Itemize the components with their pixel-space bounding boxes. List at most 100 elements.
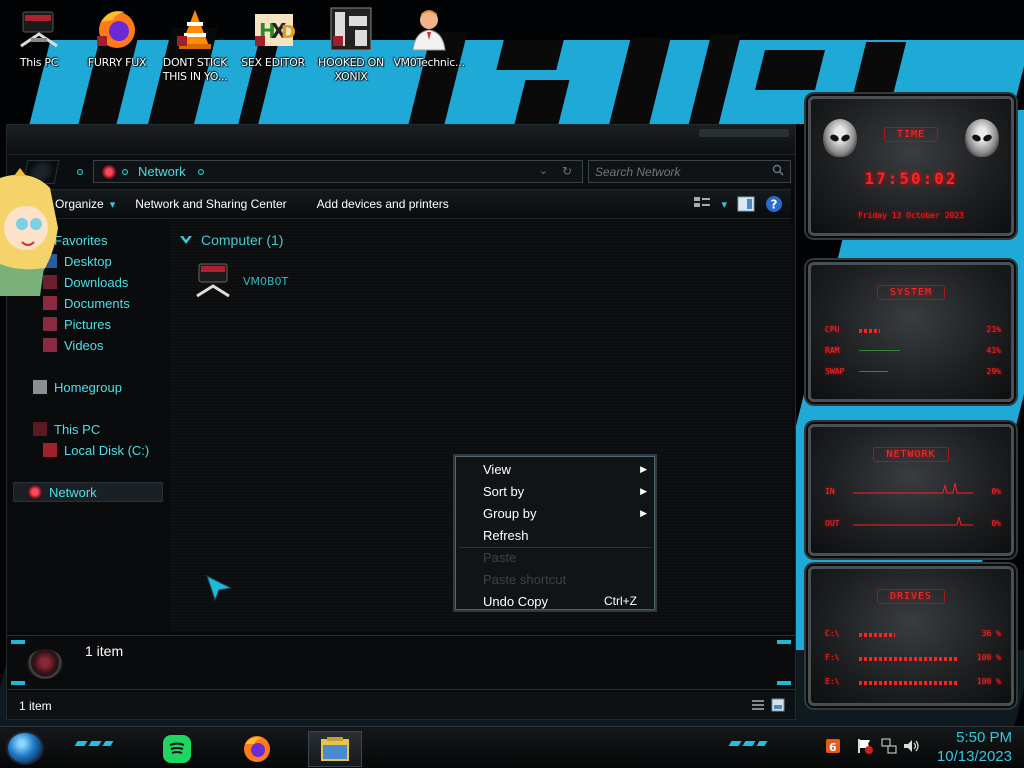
- window-titlebar[interactable]: [7, 125, 795, 155]
- details-view-icon[interactable]: [751, 698, 765, 712]
- drive-f-label: F:\: [825, 653, 840, 662]
- vlc-cone-icon: [173, 6, 217, 52]
- chevron-down-icon[interactable]: ⌄: [539, 164, 548, 177]
- nav-network[interactable]: Network: [13, 482, 163, 502]
- help-icon[interactable]: ?: [765, 195, 783, 213]
- explorer-window: Network ⌄ ↻ Organize Network and Sharing…: [6, 124, 796, 720]
- ram-label: RAM: [825, 346, 840, 355]
- videos-icon: [43, 338, 57, 352]
- menu-item-label: Paste shortcut: [483, 571, 567, 587]
- antivirus-tray-icon[interactable]: 6: [824, 737, 842, 755]
- add-devices-button[interactable]: Add devices and printers: [317, 197, 449, 211]
- nav-label: This PC: [54, 421, 101, 437]
- nav-pictures[interactable]: Pictures: [43, 314, 111, 334]
- nav-dropdown-dot[interactable]: [77, 169, 83, 175]
- desktop-icon-dont-stick[interactable]: DONT STICK THIS IN YO...: [156, 6, 234, 84]
- network-tray-icon[interactable]: [880, 737, 898, 755]
- taskbar-clock[interactable]: 5:50 PM 10/13/2023: [937, 728, 1012, 766]
- desktop-icon-hooked-on-xonix[interactable]: HOOKED ON XONIX: [312, 6, 390, 84]
- taskbar-firefox-button[interactable]: [230, 731, 284, 767]
- taskbar-decoration: [728, 741, 768, 746]
- menu-item-refresh[interactable]: Refresh: [455, 524, 655, 546]
- pictures-icon: [43, 317, 57, 331]
- drive-c-bar: [859, 633, 895, 637]
- submenu-arrow-icon: ▶: [640, 507, 647, 518]
- computer-icon: [17, 6, 61, 52]
- group-header-computer[interactable]: Computer (1): [179, 232, 283, 248]
- desktop-icon-vm0technic[interactable]: VM0Technic...: [390, 6, 468, 70]
- nav-local-disk[interactable]: Local Disk (C:): [43, 440, 149, 460]
- nav-label: Desktop: [64, 253, 112, 269]
- swap-label: SWAP: [825, 367, 845, 376]
- details-pane: 1 item: [7, 635, 795, 690]
- xonix-game-icon: [329, 6, 373, 52]
- menu-item-undo-copy[interactable]: Undo Copy Ctrl+Z: [455, 590, 655, 612]
- organize-button[interactable]: Organize: [55, 197, 115, 211]
- network-gadget[interactable]: NETWORK IN 0% OUT 0%: [808, 424, 1014, 556]
- swap-bar: [859, 371, 888, 372]
- taskbar-explorer-button[interactable]: [308, 731, 362, 767]
- collapse-chevron-icon[interactable]: [179, 233, 193, 247]
- action-center-flag-icon[interactable]: [856, 737, 874, 755]
- network-in-label: IN: [825, 487, 835, 496]
- drive-e-row: E:\ 100 %: [825, 677, 1001, 689]
- desktop-icon-label: VM0Technic...: [393, 56, 465, 69]
- system-gadget[interactable]: SYSTEM CPU 21% RAM 41% SWAP 29%: [808, 262, 1014, 402]
- network-out-graph: [853, 516, 973, 526]
- network-sharing-center-button[interactable]: Network and Sharing Center: [135, 197, 286, 211]
- svg-text:D: D: [281, 22, 295, 43]
- nav-videos[interactable]: Videos: [43, 335, 104, 355]
- gadget-clock-time: 17:50:02: [864, 169, 958, 188]
- homegroup-icon: [33, 380, 47, 394]
- address-bar[interactable]: Network ⌄ ↻: [93, 160, 583, 183]
- refresh-icon[interactable]: ↻: [562, 164, 572, 178]
- desktop-icon-sex-editor[interactable]: HXD SEX EDITOR: [234, 6, 312, 70]
- menu-item-paste[interactable]: Paste: [455, 546, 655, 568]
- documents-icon: [43, 296, 57, 310]
- large-icons-view-icon[interactable]: [771, 698, 785, 712]
- desktop-icon-label: SEX EDITOR: [241, 56, 305, 69]
- caption-buttons[interactable]: [699, 129, 789, 137]
- search-icon[interactable]: [772, 164, 784, 176]
- network-in-value: 0%: [991, 487, 1001, 496]
- view-options-chevron-icon[interactable]: ▾: [721, 198, 727, 211]
- desktop-icon-label: This PC: [19, 56, 59, 69]
- firefox-icon: [244, 736, 270, 762]
- desktop-icon-this-pc[interactable]: This PC: [0, 6, 78, 70]
- nav-homegroup[interactable]: Homegroup: [33, 377, 122, 397]
- start-button[interactable]: [6, 731, 44, 765]
- nav-label: Downloads: [64, 274, 129, 290]
- change-view-icon[interactable]: [693, 195, 711, 213]
- search-input[interactable]: [589, 161, 759, 182]
- preview-pane-icon[interactable]: [737, 195, 755, 213]
- gadget-title: SYSTEM: [811, 285, 1011, 300]
- volume-icon[interactable]: [902, 737, 920, 755]
- menu-item-paste-shortcut[interactable]: Paste shortcut: [455, 568, 655, 590]
- network-in-graph: [853, 482, 973, 494]
- cpu-row: CPU 21%: [825, 325, 1001, 337]
- network-computer-item[interactable]: VM0B0T: [193, 262, 288, 300]
- breadcrumb-arrow-icon[interactable]: [122, 168, 128, 175]
- desktop-icon-furry-fux[interactable]: FURRY FUX: [78, 6, 156, 70]
- drives-gadget[interactable]: DRIVES C:\ 36 % F:\ 100 % E:\ 100 %: [808, 566, 1014, 706]
- nav-label: Network: [49, 484, 97, 500]
- network-location-icon: [102, 164, 116, 179]
- search-box[interactable]: [588, 160, 791, 183]
- network-out-label: OUT: [825, 519, 840, 528]
- nav-label: Homegroup: [54, 379, 122, 395]
- breadcrumb-network[interactable]: Network: [138, 164, 186, 179]
- clock-gadget[interactable]: TIME 17:50:02 Friday 13 October 2023: [808, 96, 1014, 236]
- nav-this-pc[interactable]: This PC: [33, 419, 100, 439]
- menu-item-group-by[interactable]: Group by ▶: [455, 502, 655, 524]
- swap-value: 29%: [986, 367, 1001, 376]
- drive-c-row: C:\ 36 %: [825, 629, 1001, 641]
- breadcrumb-arrow-icon[interactable]: [197, 168, 204, 175]
- taskbar-spotify-button[interactable]: [150, 731, 204, 767]
- command-bar: Organize Network and Sharing Center Add …: [7, 189, 791, 219]
- status-bar: 1 item: [7, 692, 795, 719]
- menu-item-sort-by[interactable]: Sort by ▶: [455, 480, 655, 502]
- drive-e-value: 100 %: [976, 677, 1001, 686]
- menu-item-view[interactable]: View ▶: [455, 458, 655, 480]
- drive-e-label: E:\: [825, 677, 840, 686]
- drive-c-label: C:\: [825, 629, 840, 638]
